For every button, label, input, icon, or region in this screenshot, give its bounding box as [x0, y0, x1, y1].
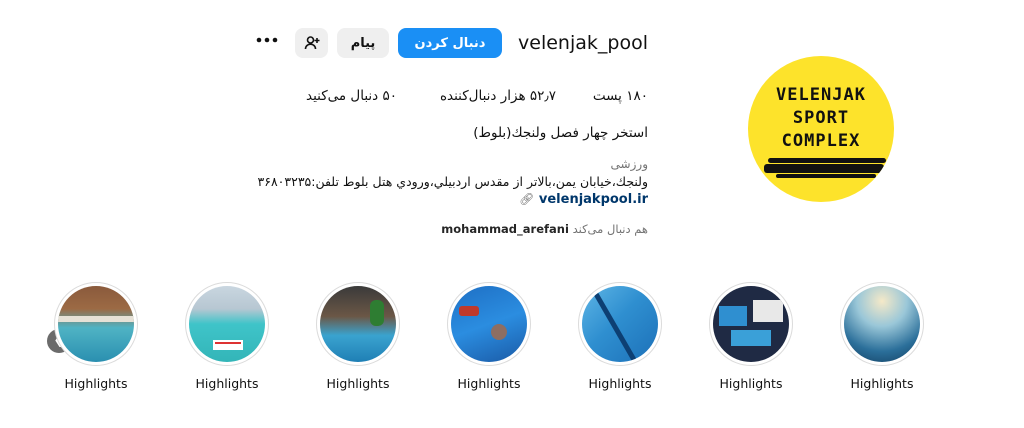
highlight-item[interactable]	[54, 282, 138, 366]
profile-website-link[interactable]: 🔗︎ velenjakpool.ir	[519, 192, 648, 207]
avatar-logo-text: VELENJAK SPORT COMPLEX	[776, 85, 866, 151]
followed-by-text[interactable]: هم دنبال می‌کند mohammad_arefani	[441, 222, 648, 236]
highlight-cover	[582, 286, 658, 362]
message-button[interactable]: پیام	[337, 28, 389, 58]
highlight-label: Highlights	[457, 376, 521, 391]
highlight-item[interactable]	[578, 282, 662, 366]
highlight-cover	[451, 286, 527, 362]
highlight-label: Highlights	[195, 376, 259, 391]
profile-avatar[interactable]: VELENJAK SPORT COMPLEX	[748, 56, 894, 202]
highlight-label: Highlights	[64, 376, 128, 391]
highlight-item[interactable]	[709, 282, 793, 366]
highlight-label: Highlights	[588, 376, 652, 391]
highlight-cover	[58, 286, 134, 362]
highlight-item[interactable]	[447, 282, 531, 366]
profile-category: ورزشی	[610, 157, 648, 171]
suggest-accounts-button[interactable]	[295, 28, 328, 58]
highlight-cover	[713, 286, 789, 362]
link-icon: 🔗︎	[519, 192, 535, 206]
highlight-item[interactable]	[185, 282, 269, 366]
highlight-cover	[844, 286, 920, 362]
more-options-icon	[256, 37, 278, 43]
follow-button[interactable]: دنبال کردن	[398, 28, 502, 58]
profile-bio-text: ولنجك،خيابان يمن،بالاتر از مقدس اردبيلي،…	[257, 174, 648, 189]
highlight-item[interactable]	[316, 282, 400, 366]
highlight-label: Highlights	[326, 376, 390, 391]
followers-count[interactable]: ۵۲٫۷ هزار دنبال‌کننده	[440, 88, 556, 104]
following-count[interactable]: ۵۰ دنبال می‌کنید	[306, 88, 397, 104]
highlight-label: Highlights	[719, 376, 783, 391]
highlight-cover	[320, 286, 396, 362]
profile-full-name: استخر چهار فصل ولنجك(بلوط)	[473, 125, 648, 141]
highlight-item[interactable]	[840, 282, 924, 366]
highlight-label: Highlights	[850, 376, 914, 391]
add-user-icon	[304, 36, 319, 50]
highlight-cover	[189, 286, 265, 362]
posts-count: ۱۸۰ پست	[592, 88, 648, 104]
more-options-button[interactable]	[254, 30, 280, 54]
profile-username: velenjak_pool	[518, 32, 648, 54]
